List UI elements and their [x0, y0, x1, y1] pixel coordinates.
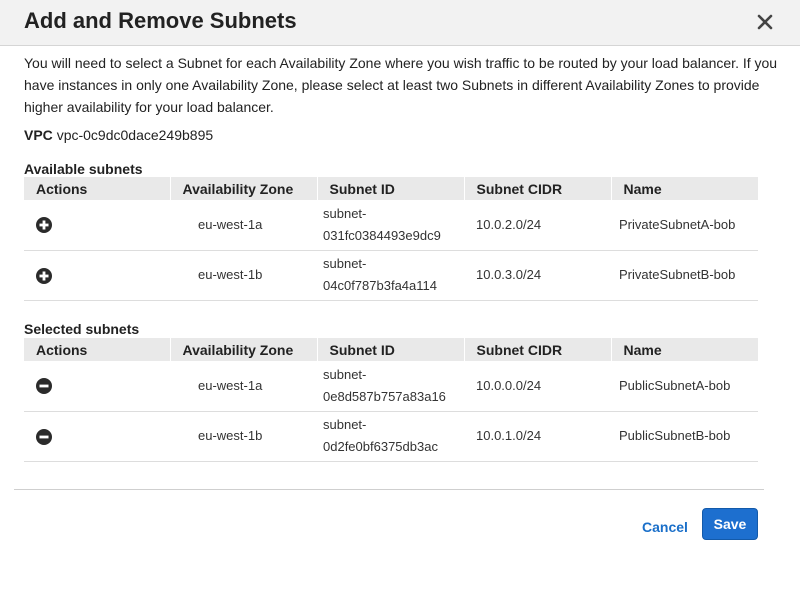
add-circle-icon[interactable] — [36, 267, 52, 284]
action-cell — [24, 361, 170, 412]
subnet-id-suffix: 04c0f787b3fa4a114 — [323, 278, 437, 293]
table-header-row: Actions Availability Zone Subnet ID Subn… — [24, 338, 758, 361]
close-icon[interactable] — [752, 9, 778, 35]
subnet-id-suffix: 0e8d587b757a83a16 — [323, 388, 446, 404]
subnet-id-prefix: subnet- — [323, 417, 367, 432]
col-subnet-id: Subnet ID — [317, 338, 465, 361]
subnet-name-cell: PublicSubnetA-bob — [611, 361, 758, 412]
availability-zone-cell: eu-west-1b — [170, 250, 317, 301]
save-button[interactable]: Save — [702, 508, 758, 540]
dialog-header: Add and Remove Subnets — [0, 0, 800, 46]
subnet-cidr-cell: 10.0.3.0/24 — [464, 250, 611, 301]
cancel-button[interactable]: Cancel — [642, 519, 688, 535]
table-row: eu-west-1a subnet- 031fc0384493e9dc9 10.… — [24, 200, 758, 251]
col-subnet-cidr: Subnet CIDR — [464, 338, 612, 361]
subnet-cidr-cell: 10.0.0.0/24 — [464, 361, 611, 412]
col-subnet-id: Subnet ID — [317, 177, 465, 200]
subnet-id-cell: subnet- 0d2fe0bf6375db3ac — [317, 411, 464, 462]
col-subnet-cidr: Subnet CIDR — [464, 177, 612, 200]
footer-divider — [14, 489, 764, 490]
selected-subnets-title: Selected subnets — [24, 321, 140, 337]
subnet-cidr-cell: 10.0.1.0/24 — [464, 411, 611, 462]
remove-circle-icon[interactable] — [36, 428, 52, 445]
subnet-cidr-cell: 10.0.2.0/24 — [464, 200, 611, 251]
vpc-line: VPC vpc-0c9dc0dace249b895 — [24, 127, 213, 143]
action-cell — [24, 411, 170, 462]
subnet-id-prefix: subnet- — [323, 205, 367, 221]
availability-zone-cell: eu-west-1b — [170, 411, 317, 462]
intro-text: You will need to select a Subnet for eac… — [24, 55, 778, 115]
remove-circle-icon[interactable] — [36, 378, 52, 395]
availability-zone-cell: eu-west-1a — [170, 361, 317, 412]
table-header-row: Actions Availability Zone Subnet ID Subn… — [24, 177, 758, 200]
subnet-id-prefix: subnet- — [323, 366, 367, 382]
col-name: Name — [611, 338, 758, 361]
table-row: eu-west-1a subnet- 0e8d587b757a83a16 10.… — [24, 361, 758, 412]
subnet-id-prefix: subnet- — [323, 256, 367, 271]
dialog-title: Add and Remove Subnets — [24, 8, 297, 33]
table-row: eu-west-1b subnet- 04c0f787b3fa4a114 10.… — [24, 250, 758, 301]
col-availability-zone: Availability Zone — [170, 338, 318, 361]
subnet-id-cell: subnet- 04c0f787b3fa4a114 — [317, 250, 464, 301]
col-name: Name — [611, 177, 758, 200]
action-cell — [24, 200, 170, 251]
availability-zone-cell: eu-west-1a — [170, 200, 317, 251]
vpc-value: vpc-0c9dc0dace249b895 — [56, 127, 214, 143]
subnet-id-cell: subnet- 0e8d587b757a83a16 — [317, 361, 464, 412]
subnet-id-suffix: 031fc0384493e9dc9 — [323, 227, 441, 243]
col-availability-zone: Availability Zone — [170, 177, 318, 200]
action-cell — [24, 250, 170, 301]
subnet-id-cell: subnet- 031fc0384493e9dc9 — [317, 200, 464, 251]
close-button[interactable] — [752, 9, 778, 35]
available-subnets-table: Actions Availability Zone Subnet ID Subn… — [24, 177, 758, 301]
add-circle-icon[interactable] — [36, 217, 52, 234]
table-row: eu-west-1b subnet- 0d2fe0bf6375db3ac 10.… — [24, 411, 758, 462]
selected-subnets-table: Actions Availability Zone Subnet ID Subn… — [24, 338, 758, 462]
subnet-name-cell: PrivateSubnetA-bob — [611, 200, 758, 251]
subnet-id-suffix: 0d2fe0bf6375db3ac — [323, 439, 438, 454]
subnet-name-cell: PublicSubnetB-bob — [611, 411, 758, 462]
vpc-label: VPC — [24, 127, 53, 143]
col-actions: Actions — [24, 338, 171, 361]
col-actions: Actions — [24, 177, 171, 200]
available-subnets-title: Available subnets — [24, 161, 143, 177]
subnet-name-cell: PrivateSubnetB-bob — [611, 250, 758, 301]
